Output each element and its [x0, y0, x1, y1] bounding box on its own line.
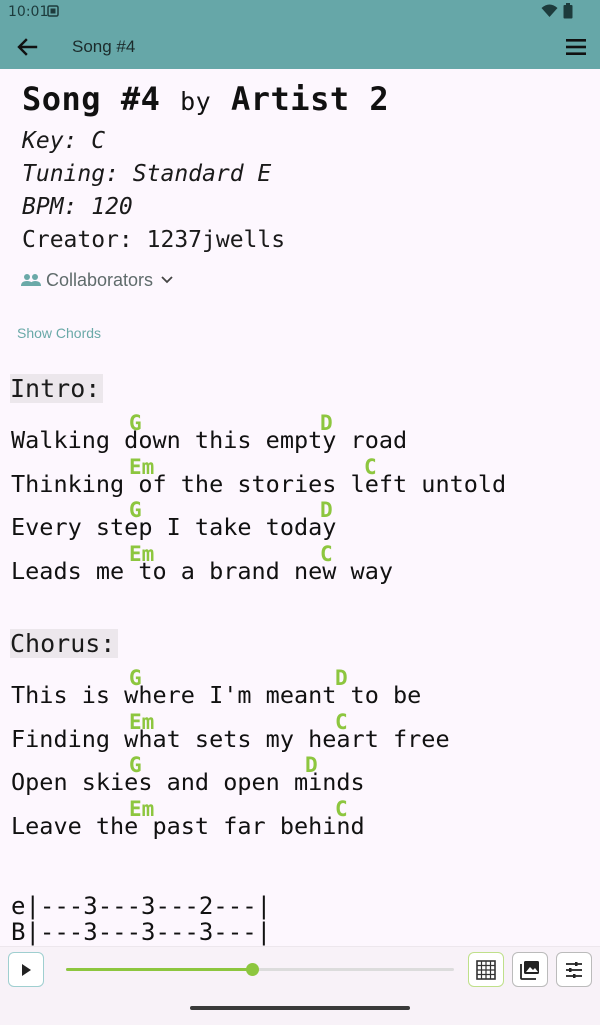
song-tuning: Tuning: Standard E	[22, 161, 272, 187]
song-title: Song #4 by Artist 2	[22, 80, 389, 118]
people-icon	[21, 274, 41, 286]
lyric-line: Leads me to a brand new way	[11, 557, 394, 585]
section-label-intro: Intro:	[10, 374, 104, 403]
song-creator: Creator: 1237jwells	[22, 227, 286, 253]
collaborators-label: Collaborators	[46, 269, 154, 290]
battery-icon	[563, 3, 573, 19]
section-label-chorus: Chorus:	[10, 629, 119, 658]
progress-slider[interactable]	[66, 963, 454, 976]
play-button[interactable]	[8, 952, 44, 987]
photo-library-icon	[520, 961, 539, 980]
media-library-button[interactable]	[512, 952, 548, 987]
tab-line: B|---3---3---3---|	[11, 918, 272, 946]
lyric-line: This is where I'm meant to be	[11, 681, 422, 709]
chevron-down-icon	[161, 276, 173, 284]
lyric-line: Leave the past far behind	[11, 812, 365, 840]
tab-line: e|---3---3---2---|	[11, 892, 272, 920]
tune-icon	[566, 962, 582, 978]
song-name: Song #4	[22, 80, 161, 118]
screen-icon	[47, 5, 59, 17]
song-key: Key: C	[22, 128, 106, 154]
collaborators-dropdown[interactable]: Collaborators	[21, 268, 173, 292]
song-bpm: BPM: 120	[22, 194, 133, 220]
song-by: by	[180, 87, 212, 116]
lyric-line: Open skies and open minds	[11, 768, 365, 796]
lyric-line: Every step I take today	[11, 513, 337, 541]
grid-icon	[476, 960, 496, 980]
wifi-icon	[541, 4, 558, 17]
gesture-nav-handle	[190, 1006, 410, 1010]
lyric-line: Finding what sets my heart free	[11, 725, 450, 753]
player-bar	[0, 946, 600, 1025]
settings-tune-button[interactable]	[556, 952, 592, 987]
hamburger-menu-icon[interactable]	[565, 36, 587, 58]
show-chords-button[interactable]: Show Chords	[17, 325, 101, 341]
progress-fill	[66, 968, 253, 971]
status-time: 10:01	[8, 4, 49, 20]
app-bar-title: Song #4	[72, 37, 136, 56]
song-artist: Artist 2	[231, 80, 390, 118]
back-arrow-icon[interactable]	[16, 36, 38, 58]
app-bar: Song #4	[0, 24, 600, 69]
lyric-line: Walking down this empty road	[11, 426, 408, 454]
grid-button[interactable]	[468, 952, 504, 987]
play-icon	[22, 964, 31, 976]
lyric-line: Thinking of the stories left untold	[11, 470, 507, 498]
status-bar: 10:01	[0, 0, 600, 24]
